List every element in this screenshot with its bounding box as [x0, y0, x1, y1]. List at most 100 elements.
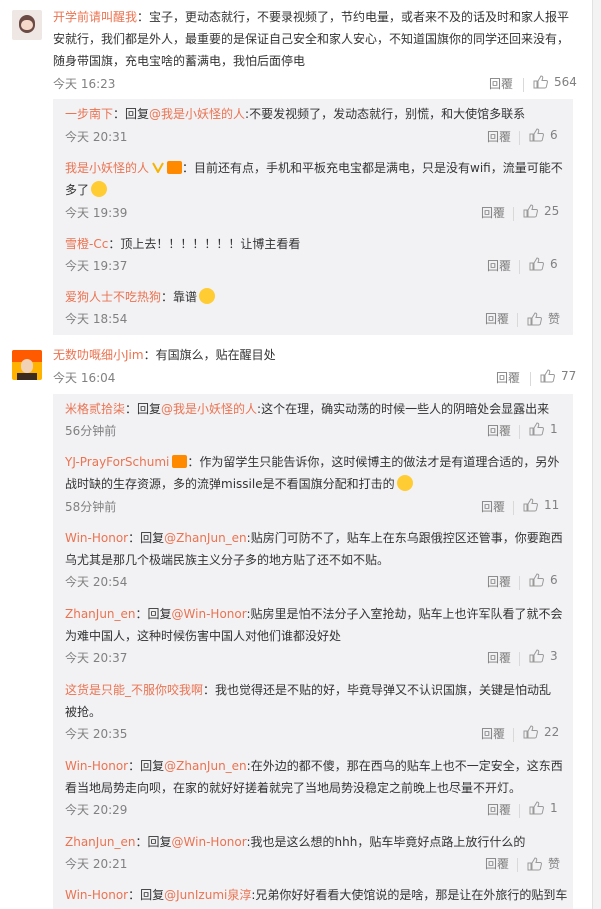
like-count: 1 — [550, 422, 558, 436]
like-button[interactable]: 1 — [529, 422, 558, 436]
reply-text: :兄弟你好好看看大使馆说的是啥，那是让在外旅行的贴到车 — [251, 888, 568, 902]
divider — [513, 207, 514, 221]
like-button[interactable]: 1 — [529, 801, 558, 815]
divider — [517, 313, 518, 327]
comment-2: 无数叻嘅细小Jim：有国旗么，贴在醒目处 — [53, 344, 573, 366]
comment-1-meta: 今天 16:23 回覆 564 — [53, 75, 577, 95]
reply-meta: 今天 20:35 回覆 22 — [65, 725, 565, 745]
like-button[interactable]: 赞 — [527, 855, 560, 872]
reply-button[interactable]: 回覆 — [481, 204, 505, 221]
reply-button[interactable]: 回覆 — [485, 855, 509, 872]
comment-username[interactable]: 无数叻嘅细小Jim — [53, 348, 144, 362]
reply-button[interactable]: 回覆 — [487, 801, 511, 818]
avatar[interactable] — [12, 10, 42, 40]
reply-meta: 今天 20:21 回覆 赞 — [65, 855, 565, 875]
thumbs-up-icon — [529, 128, 544, 142]
reply-username[interactable]: ZhanJun_en — [65, 835, 136, 849]
like-button[interactable]: 25 — [523, 204, 559, 218]
mention-link[interactable]: @Win-Honor — [172, 607, 247, 621]
reply-username[interactable]: ZhanJun_en — [65, 607, 136, 621]
verified-icon — [152, 162, 164, 173]
divider — [523, 78, 524, 92]
comment-1: 开学前请叫醒我：宝子，更动态就行，不要录视频了，节约电量，或者来不及的话及时和家… — [53, 6, 573, 72]
like-count: 1 — [550, 801, 558, 815]
reply-button[interactable]: 回覆 — [487, 422, 511, 439]
like-button[interactable]: 6 — [529, 128, 558, 142]
like-button[interactable]: 564 — [533, 75, 577, 89]
thumbs-up-icon — [523, 498, 538, 512]
reply-text: ：顶上去！！！！！！！让博主看看 — [108, 237, 301, 251]
reply-meta: 今天 20:54 回覆 6 — [65, 573, 565, 593]
reply-time: 今天 18:54 — [65, 312, 128, 326]
reply-username[interactable]: 米格贰拾柒 — [65, 402, 125, 416]
reply-prefix: ：回复 — [135, 835, 172, 849]
reply-username[interactable]: 我是小妖怪的人 — [65, 161, 149, 175]
reply-item: 米格贰拾柒：回复@我是小妖怪的人:这个在理，确实动荡的时候一些人的阴暗处会显露出… — [65, 398, 563, 420]
thumbs-up-icon — [529, 422, 544, 436]
like-button[interactable]: 3 — [529, 649, 558, 663]
like-button[interactable]: 22 — [523, 725, 559, 739]
reply-item: ZhanJun_en：回复@Win-Honor:贴房里是怕不法分子入室抢劫，贴车… — [65, 603, 563, 647]
reply-button[interactable]: 回覆 — [481, 725, 505, 742]
reply-time: 今天 19:37 — [65, 259, 128, 273]
thumbs-up-emoji-icon — [199, 288, 216, 304]
comment-time: 今天 16:23 — [53, 77, 116, 91]
reply-prefix: ：回复 — [128, 531, 165, 545]
reply-username[interactable]: 雪橙-Cc — [65, 237, 108, 251]
reply-username[interactable]: Win-Honor — [65, 888, 128, 902]
reply-button[interactable]: 回覆 — [487, 573, 511, 590]
like-button[interactable]: 6 — [529, 257, 558, 271]
avatar[interactable] — [12, 350, 42, 380]
like-count: 77 — [561, 369, 577, 383]
like-button[interactable]: 77 — [540, 369, 576, 383]
mention-link[interactable]: @JunIzumi泉淳 — [164, 888, 251, 902]
reply-username[interactable]: 一步南下 — [65, 107, 113, 121]
reply-time: 今天 20:37 — [65, 651, 128, 665]
comment-time: 今天 16:04 — [53, 371, 116, 385]
reply-button[interactable]: 回覆 — [487, 649, 511, 666]
reply-button[interactable]: 回覆 — [485, 310, 509, 327]
divider — [519, 576, 520, 590]
reply-item: 爱狗人士不吃热狗：靠谱 — [65, 286, 563, 308]
reply-button[interactable]: 回覆 — [487, 257, 511, 274]
mention-link[interactable]: @我是小妖怪的人 — [161, 402, 257, 416]
reply-time: 今天 20:54 — [65, 575, 128, 589]
comment-text: ：有国旗么，贴在醒目处 — [143, 348, 276, 362]
comment-username[interactable]: 开学前请叫醒我 — [53, 10, 137, 24]
reply-username[interactable]: Win-Honor — [65, 531, 128, 545]
like-button[interactable]: 6 — [529, 573, 558, 587]
reply-button[interactable]: 回覆 — [496, 369, 520, 386]
reply-button[interactable]: 回覆 — [487, 128, 511, 145]
reply-prefix: ：回复 — [128, 888, 165, 902]
reply-thread-1: 一步南下：回复@我是小妖怪的人:不要发视频了，发动态就行，别慌，和大使馆多联系 … — [53, 99, 573, 335]
like-button[interactable]: 11 — [523, 498, 559, 512]
like-count: 11 — [544, 498, 560, 512]
reply-username[interactable]: YJ-PrayForSchumi — [65, 455, 169, 469]
reply-prefix: ：回复 — [113, 107, 150, 121]
reply-username[interactable]: 这货是只能_不服你咬我啊 — [65, 683, 203, 697]
reply-time: 今天 20:29 — [65, 803, 128, 817]
reply-item: Win-Honor：回复@ZhanJun_en:在外边的都不傻，那在西乌的贴车上… — [65, 755, 563, 799]
reply-thread-2: 米格贰拾柒：回复@我是小妖怪的人:这个在理，确实动荡的时候一些人的阴暗处会显露出… — [53, 394, 573, 909]
like-count: 6 — [550, 128, 558, 142]
divider — [519, 425, 520, 439]
scrollbar[interactable] — [592, 0, 601, 909]
divider — [517, 858, 518, 872]
divider — [530, 372, 531, 386]
reply-button[interactable]: 回覆 — [489, 75, 513, 92]
mention-link[interactable]: @Win-Honor — [172, 835, 247, 849]
thumbs-up-icon — [527, 311, 542, 325]
like-count: 赞 — [548, 857, 561, 871]
mention-link[interactable]: @ZhanJun_en — [164, 531, 247, 545]
divider — [519, 131, 520, 145]
reply-username[interactable]: Win-Honor — [65, 759, 128, 773]
reply-item: YJ-PrayForSchumi ：作为留学生只能告诉你，这时候博主的做法才是有道… — [65, 451, 563, 495]
mention-link[interactable]: @ZhanJun_en — [164, 759, 247, 773]
reply-username[interactable]: 爱狗人士不吃热狗 — [65, 290, 161, 304]
like-button[interactable]: 赞 — [527, 310, 560, 327]
reply-button[interactable]: 回覆 — [481, 498, 505, 515]
divider — [519, 260, 520, 274]
mention-link[interactable]: @我是小妖怪的人 — [149, 107, 245, 121]
reply-meta: 今天 20:31 回覆 6 — [65, 128, 565, 148]
reply-item: 雪橙-Cc：顶上去！！！！！！！让博主看看 — [65, 233, 563, 255]
